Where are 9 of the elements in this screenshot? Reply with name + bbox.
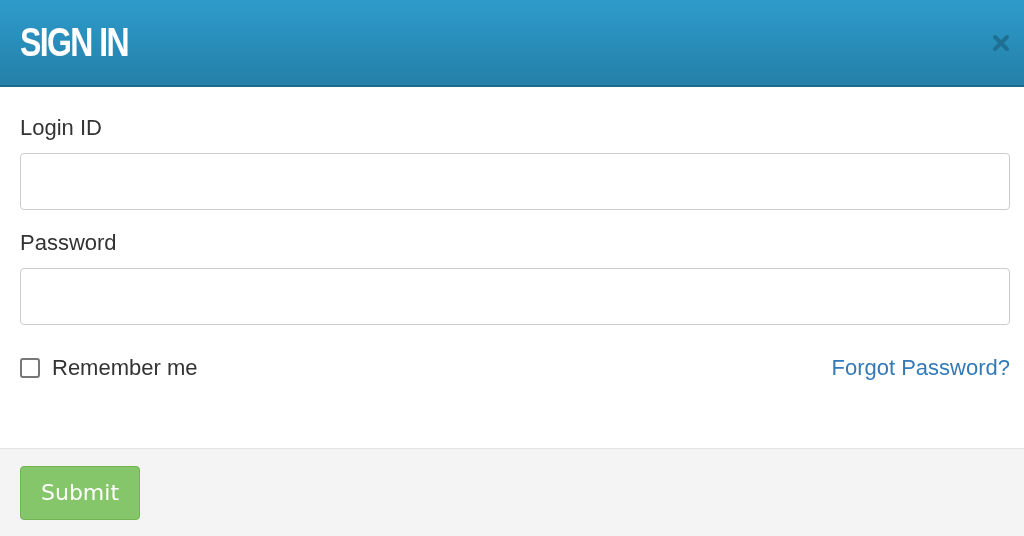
forgot-password-link[interactable]: Forgot Password? bbox=[831, 355, 1010, 381]
close-icon[interactable] bbox=[992, 33, 1010, 52]
field-label: Login ID bbox=[20, 115, 102, 141]
checkbox[interactable] bbox=[20, 358, 40, 378]
checkbox-label: Remember me bbox=[52, 355, 198, 381]
input-field[interactable] bbox=[20, 268, 1010, 325]
input-field[interactable] bbox=[20, 153, 1010, 210]
field-label: Password bbox=[20, 230, 117, 256]
dialog-title: SIGN IN bbox=[20, 20, 128, 65]
